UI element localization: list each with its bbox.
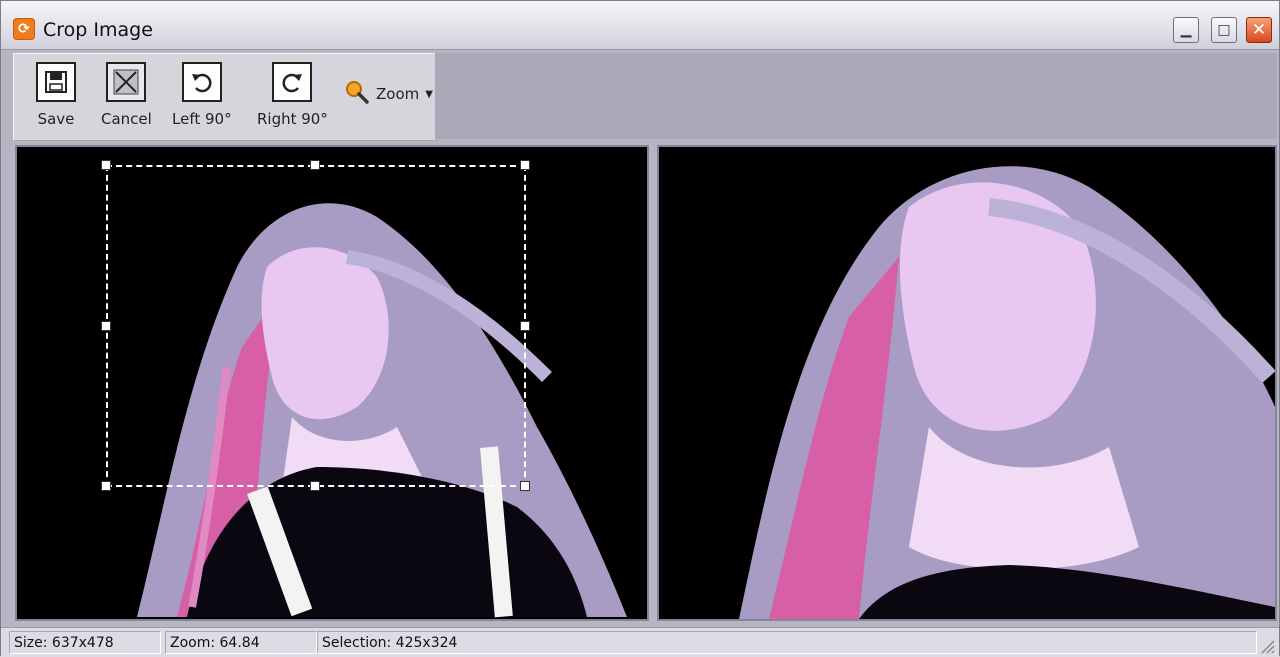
rotate-left-icon [181,62,222,102]
minimize-button[interactable]: ▁ [1173,17,1199,43]
cancel-label: Cancel [101,110,152,128]
cancel-button[interactable]: Cancel [101,62,152,128]
resize-grip-icon[interactable] [1259,638,1275,654]
crop-handle[interactable] [310,160,320,170]
minimize-icon: ▁ [1180,22,1192,38]
save-icon [36,62,76,102]
cancel-icon [106,62,147,102]
preview-image [659,147,1275,619]
magnifier-icon [344,79,370,109]
rotate-left-button[interactable]: Left 90° [172,62,232,128]
close-icon: ✕ [1251,20,1267,40]
status-bar: Size: 637x478 Zoom: 64.84 Selection: 425… [1,627,1279,657]
status-selection: Selection: 425x324 [317,631,1257,654]
maximize-button[interactable]: □ [1211,17,1237,43]
status-size: Size: 637x478 [9,631,161,654]
toolbar-spacer [435,53,1277,139]
crop-image-window: ⟳ Crop Image ▁ □ ✕ Save Cancel Left 90° … [0,0,1280,657]
zoom-dropdown[interactable]: Zoom ▼ [344,79,433,109]
rotate-right-label: Right 90° [257,110,328,128]
rotate-right-button[interactable]: Right 90° [257,62,328,128]
chevron-down-icon: ▼ [425,88,433,100]
source-image-pane[interactable] [15,145,649,621]
save-button[interactable]: Save [36,62,76,128]
crop-handle[interactable] [101,481,111,491]
crop-handle[interactable] [101,160,111,170]
zoom-label: Zoom [376,85,420,103]
crop-selection[interactable] [106,165,526,487]
preview-pane [657,145,1277,621]
close-button[interactable]: ✕ [1246,17,1272,43]
rotate-left-label: Left 90° [172,110,232,128]
crop-handle[interactable] [310,481,320,491]
crop-handle[interactable] [101,321,111,331]
app-icon: ⟳ [13,18,35,40]
crop-handle[interactable] [520,481,530,491]
crop-handle[interactable] [520,160,530,170]
window-title: Crop Image [43,19,153,41]
toolbar: Save Cancel Left 90° Right 90° Zoom ▼ [13,53,437,141]
save-label: Save [37,110,75,128]
maximize-icon: □ [1217,22,1231,38]
rotate-right-icon [272,62,313,102]
crop-handle[interactable] [520,321,530,331]
pane-splitter[interactable] [649,145,657,621]
title-bar[interactable]: ⟳ Crop Image ▁ □ ✕ [1,1,1279,50]
status-zoom: Zoom: 64.84 [165,631,317,654]
